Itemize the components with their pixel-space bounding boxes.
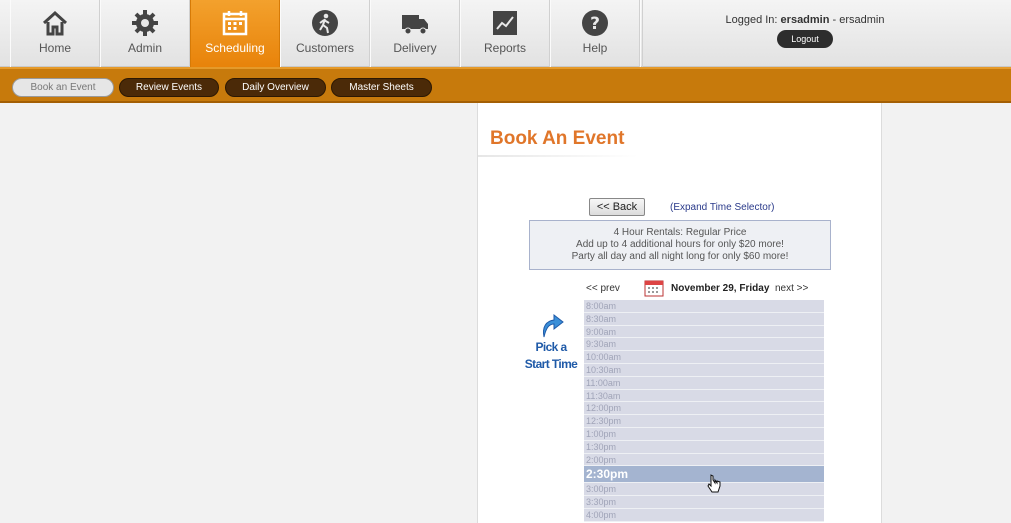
prev-day-link[interactable]: << prev bbox=[586, 283, 620, 294]
home-icon bbox=[42, 10, 68, 36]
nav-delivery[interactable]: Delivery bbox=[370, 0, 460, 67]
login-line: Logged In: ersadmin - ersadmin bbox=[700, 14, 910, 26]
nav-home[interactable]: Home bbox=[10, 0, 100, 67]
login-prefix: Logged In: bbox=[725, 14, 778, 26]
left-blank-area bbox=[0, 103, 477, 523]
nav-customers[interactable]: Customers bbox=[280, 0, 370, 67]
login-username: ersadmin bbox=[780, 14, 830, 26]
time-slot[interactable]: 3:00pm bbox=[584, 483, 824, 497]
next-day-link[interactable]: next >> bbox=[775, 283, 808, 294]
nav-label: Admin bbox=[127, 41, 162, 55]
right-blank-area bbox=[882, 103, 1011, 523]
time-slot[interactable]: 8:30am bbox=[584, 312, 824, 326]
calendar-icon bbox=[222, 11, 248, 36]
nav-label: Home bbox=[38, 41, 71, 55]
nav-scheduling[interactable]: Scheduling bbox=[190, 0, 280, 67]
time-slot[interactable]: 4:00pm bbox=[584, 508, 824, 522]
chart-icon bbox=[493, 11, 517, 35]
calendar-picker-icon[interactable] bbox=[644, 279, 664, 297]
top-navigation: Home Admin Scheduling Customers Delivery… bbox=[0, 0, 1011, 67]
subnav-review-events[interactable]: Review Events bbox=[119, 78, 219, 97]
sub-navigation: Book an Event Review Events Daily Overvi… bbox=[0, 67, 1011, 103]
time-slot[interactable]: 1:30pm bbox=[584, 440, 824, 454]
nav-label: Delivery bbox=[393, 41, 437, 55]
time-slot[interactable]: 3:30pm bbox=[584, 496, 824, 509]
time-slot[interactable]: 9:00am bbox=[584, 325, 824, 339]
time-slot[interactable]: 10:30am bbox=[584, 363, 824, 377]
promo-line: Add up to 4 additional hours for only $2… bbox=[576, 239, 784, 250]
nav-help[interactable]: ? Help bbox=[550, 0, 640, 67]
pick-start-time-hint: Pick a Start Time bbox=[516, 309, 586, 373]
time-slot[interactable]: 11:30am bbox=[584, 389, 824, 403]
booking-panel: Book An Event << Back (Expand Time Selec… bbox=[477, 103, 882, 523]
nav-divider bbox=[640, 0, 643, 67]
time-slot-list: 8:00am 8:30am 9:00am 9:30am 10:00am 10:30am 11… bbox=[584, 300, 824, 522]
logout-button[interactable]: Logout bbox=[777, 30, 833, 48]
back-button[interactable]: << Back bbox=[589, 198, 645, 216]
nav-label: Help bbox=[582, 41, 608, 55]
pick-text-line: Start Time bbox=[524, 357, 578, 371]
promo-line: 4 Hour Rentals: Regular Price bbox=[613, 227, 747, 238]
nav-reports[interactable]: Reports bbox=[460, 0, 550, 67]
time-slot[interactable]: 11:00am bbox=[584, 376, 824, 390]
title-divider bbox=[478, 155, 638, 157]
time-slot[interactable]: 10:00am bbox=[584, 351, 824, 364]
login-info: Logged In: ersadmin - ersadmin Logout bbox=[700, 14, 910, 48]
selected-date: November 29, Friday bbox=[671, 283, 770, 294]
gear-icon bbox=[132, 10, 158, 36]
nav-admin[interactable]: Admin bbox=[100, 0, 190, 67]
time-slot-selected[interactable]: 2:30pm bbox=[584, 466, 824, 484]
time-slot[interactable]: 9:30am bbox=[584, 338, 824, 352]
nav-label: Reports bbox=[483, 41, 527, 55]
pricing-info-box: 4 Hour Rentals: Regular Price Add up to … bbox=[529, 220, 831, 270]
login-suffix: - ersadmin bbox=[829, 14, 885, 26]
time-slot[interactable]: 12:00pm bbox=[584, 402, 824, 416]
time-slot[interactable]: 1:00pm bbox=[584, 427, 824, 441]
subnav-master-sheets[interactable]: Master Sheets bbox=[331, 78, 432, 97]
time-slot[interactable]: 8:00am bbox=[584, 300, 824, 313]
truck-icon bbox=[402, 15, 428, 35]
pick-text-line: Pick a bbox=[535, 340, 567, 354]
page-title: Book An Event bbox=[490, 128, 625, 149]
promo-line: Party all day and all night long for onl… bbox=[571, 251, 789, 262]
time-slot[interactable]: 2:00pm bbox=[584, 453, 824, 467]
subnav-daily-overview[interactable]: Daily Overview bbox=[225, 78, 326, 97]
question-icon: ? bbox=[582, 10, 608, 36]
curved-arrow-icon bbox=[543, 313, 564, 338]
time-slot[interactable]: 12:30pm bbox=[584, 415, 824, 428]
nav-label: Customers bbox=[295, 41, 354, 55]
nav-label: Scheduling bbox=[205, 41, 265, 55]
mouse-cursor-icon bbox=[707, 474, 721, 493]
walking-person-icon bbox=[312, 10, 338, 36]
svg-text:?: ? bbox=[590, 14, 600, 34]
expand-time-selector-link[interactable]: (Expand Time Selector) bbox=[670, 202, 775, 213]
subnav-book-event[interactable]: Book an Event bbox=[12, 78, 114, 97]
